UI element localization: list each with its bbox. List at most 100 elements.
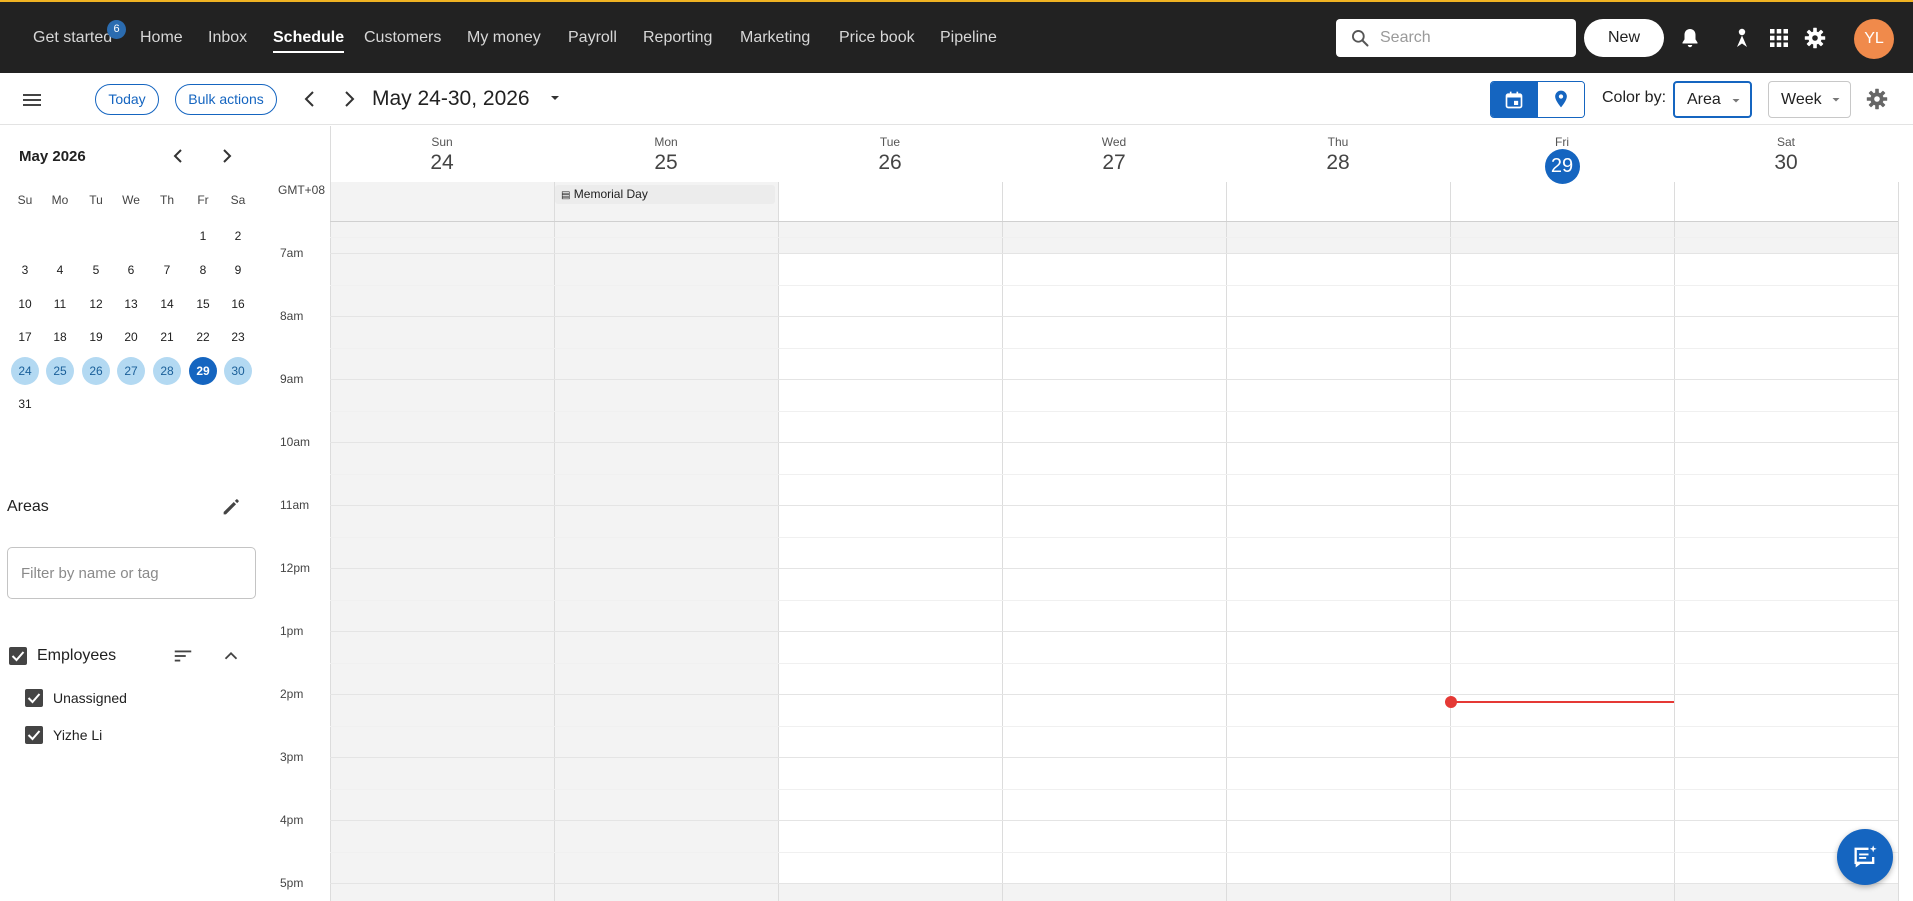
chat-sparkle-icon <box>1854 845 1877 868</box>
day-number: 24 <box>430 151 454 174</box>
color-by-select[interactable]: Area <box>1673 81 1752 118</box>
prev-week-chevron-icon[interactable] <box>298 87 322 111</box>
mini-calendar-day[interactable]: 8 <box>189 256 217 284</box>
bulk-actions-button[interactable]: Bulk actions <box>175 84 277 115</box>
nav-customers[interactable]: Customers <box>364 29 441 47</box>
memorial-day-event[interactable]: ▤ Memorial Day <box>555 185 775 204</box>
nav-get-started[interactable]: Get started <box>33 29 112 47</box>
nav-inbox[interactable]: Inbox <box>208 29 247 47</box>
mini-calendar-day[interactable]: 11 <box>46 290 74 318</box>
mini-calendar-day[interactable]: 31 <box>11 390 39 418</box>
calendar-scroll-gutter[interactable] <box>1899 126 1913 901</box>
mini-calendar-day[interactable]: 27 <box>117 357 145 385</box>
mini-calendar-day[interactable]: 16 <box>224 290 252 318</box>
date-range-dropdown-icon[interactable] <box>547 90 563 106</box>
mini-calendar-day[interactable]: 12 <box>82 290 110 318</box>
nav-pipeline[interactable]: Pipeline <box>940 29 997 47</box>
bell-icon[interactable] <box>1678 26 1702 50</box>
nav-home[interactable]: Home <box>140 29 183 47</box>
day-header-tue[interactable]: Tue 26 <box>778 126 1002 175</box>
mini-calendar-day[interactable]: 9 <box>224 256 252 284</box>
employee-checkbox[interactable] <box>25 689 43 707</box>
mini-calendar-day[interactable]: 13 <box>117 290 145 318</box>
mini-calendar-day[interactable]: 22 <box>189 323 217 351</box>
calendar-view-button[interactable] <box>1491 82 1538 117</box>
mini-calendar-day[interactable]: 4 <box>46 256 74 284</box>
mini-calendar-day[interactable]: 29 <box>189 357 217 385</box>
user-avatar[interactable]: YL <box>1854 19 1894 59</box>
day-header-mon[interactable]: Mon 25 <box>554 126 778 175</box>
mini-calendar-day[interactable]: 25 <box>46 357 74 385</box>
mini-calendar-day[interactable]: 23 <box>224 323 252 351</box>
nav-schedule[interactable]: Schedule <box>273 29 345 53</box>
sort-icon[interactable] <box>172 645 194 667</box>
menu-hamburger-icon[interactable] <box>20 88 44 112</box>
day-header-wed[interactable]: Wed 27 <box>1002 126 1226 175</box>
hour-line <box>330 631 1898 632</box>
search-input[interactable] <box>1380 19 1566 57</box>
next-week-chevron-icon[interactable] <box>337 87 361 111</box>
mini-calendar-day[interactable]: 1 <box>189 222 217 250</box>
mini-calendar-day[interactable]: 26 <box>82 357 110 385</box>
mini-calendar-day[interactable]: 10 <box>11 290 39 318</box>
view-range-select[interactable]: Week <box>1768 81 1851 118</box>
nav-my-money[interactable]: My money <box>467 29 541 47</box>
mini-calendar-day[interactable]: 2 <box>224 222 252 250</box>
hour-label: 10am <box>280 435 311 449</box>
mini-calendar-day[interactable]: 17 <box>11 323 39 351</box>
nav-payroll[interactable]: Payroll <box>568 29 617 47</box>
employees-checkbox[interactable] <box>9 647 27 665</box>
prev-month-chevron-icon[interactable] <box>166 144 190 168</box>
today-button[interactable]: Today <box>95 84 159 115</box>
map-view-button[interactable] <box>1538 82 1584 117</box>
mini-calendar-day[interactable]: 6 <box>117 256 145 284</box>
new-button[interactable]: New <box>1584 19 1664 57</box>
hour-line <box>330 820 1898 821</box>
mini-calendar-day[interactable]: 30 <box>224 357 252 385</box>
next-month-chevron-icon[interactable] <box>215 144 239 168</box>
calendar-settings-gear-icon[interactable] <box>1865 87 1889 111</box>
edit-pencil-icon[interactable] <box>220 496 242 518</box>
half-hour-line <box>330 851 1898 853</box>
employee-checkbox[interactable] <box>25 726 43 744</box>
day-header-sat[interactable]: Sat 30 <box>1674 126 1898 175</box>
apps-grid-icon[interactable] <box>1767 26 1791 50</box>
hour-line <box>330 316 1898 317</box>
off-hours-column <box>330 182 554 901</box>
mini-calendar-day[interactable]: 15 <box>189 290 217 318</box>
search-icon <box>1352 30 1369 47</box>
area-filter-input[interactable] <box>7 547 256 599</box>
timezone-label: GMT+08 <box>278 183 326 197</box>
today-date-circle[interactable]: 29 <box>1544 149 1580 184</box>
day-name: Tue <box>879 135 901 149</box>
dispatch-map-icon[interactable] <box>1730 26 1754 50</box>
hour-label: 4pm <box>280 813 304 827</box>
search-box[interactable] <box>1336 19 1576 57</box>
schedule-toolbar: Today Bulk actions May 24-30, 2026 Color… <box>0 73 1913 125</box>
day-header-thu[interactable]: Thu 28 <box>1226 126 1450 175</box>
hour-label: 8am <box>280 309 304 323</box>
mini-calendar-day[interactable]: 19 <box>82 323 110 351</box>
nav-price-book[interactable]: Price book <box>839 29 915 47</box>
hour-line <box>330 379 1898 380</box>
date-range-title[interactable]: May 24-30, 2026 <box>372 87 530 111</box>
weekday-header: Fr <box>197 193 209 207</box>
mini-calendar-day[interactable]: 18 <box>46 323 74 351</box>
day-header-sun[interactable]: Sun 24 <box>330 126 554 175</box>
mini-calendar-day[interactable]: 21 <box>153 323 181 351</box>
mini-calendar-day[interactable]: 7 <box>153 256 181 284</box>
day-header-fri[interactable]: Fri 29 <box>1450 126 1674 184</box>
nav-reporting[interactable]: Reporting <box>643 29 712 47</box>
mini-calendar-day[interactable]: 3 <box>11 256 39 284</box>
mini-calendar-day[interactable]: 20 <box>117 323 145 351</box>
nav-marketing[interactable]: Marketing <box>740 29 810 47</box>
mini-calendar-day[interactable]: 28 <box>153 357 181 385</box>
chat-assistant-button[interactable] <box>1837 829 1893 885</box>
day-column-divider <box>330 126 331 901</box>
collapse-chevron-up-icon[interactable] <box>220 645 242 667</box>
mini-calendar-day[interactable]: 14 <box>153 290 181 318</box>
map-pin-icon <box>1555 90 1567 108</box>
mini-calendar-day[interactable]: 24 <box>11 357 39 385</box>
mini-calendar-day[interactable]: 5 <box>82 256 110 284</box>
settings-gear-icon[interactable] <box>1803 26 1827 50</box>
